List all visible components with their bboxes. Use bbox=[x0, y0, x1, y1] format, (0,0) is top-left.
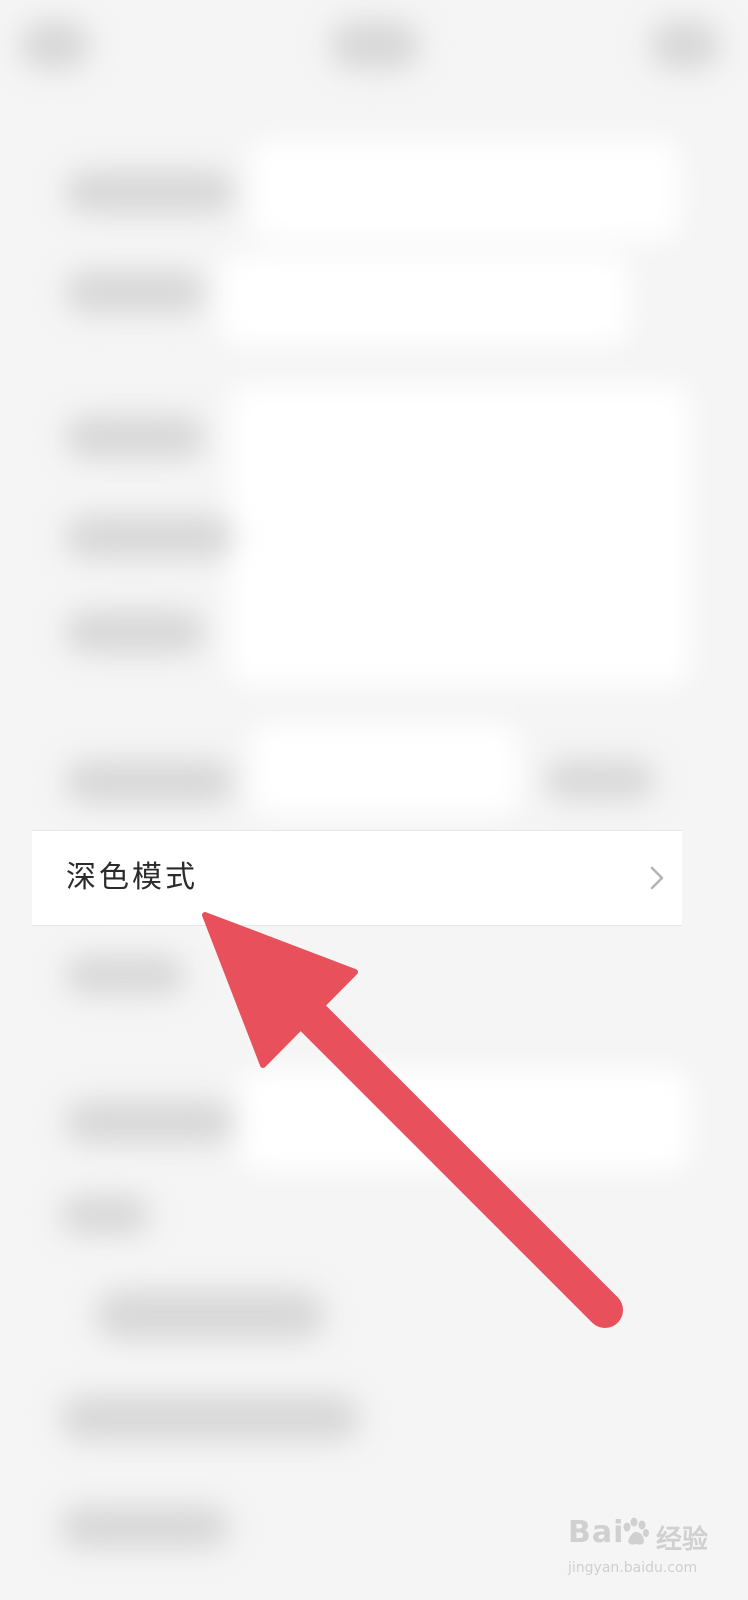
blurred-row-label bbox=[60, 1195, 150, 1235]
settings-item-label: 深色模式 bbox=[66, 860, 198, 895]
blurred-row-label bbox=[65, 1100, 235, 1144]
divider bbox=[32, 830, 682, 831]
blurred-panel bbox=[230, 385, 690, 685]
blurred-row-label bbox=[65, 610, 205, 654]
blurred-panel bbox=[220, 255, 630, 345]
blurred-panel bbox=[240, 1070, 690, 1170]
chevron-right-icon bbox=[650, 866, 664, 890]
blurred-panel bbox=[250, 140, 680, 240]
watermark-domain: jingyan.baidu.com bbox=[568, 1560, 698, 1576]
blurred-row-label bbox=[65, 415, 205, 459]
blurred-back-icon bbox=[20, 20, 90, 70]
blurred-row-label bbox=[95, 1290, 325, 1340]
watermark: Bai 经验 jingyan.baidu.com bbox=[568, 1515, 738, 1595]
divider bbox=[32, 925, 682, 926]
blurred-row-value bbox=[545, 760, 655, 800]
blurred-row-label bbox=[65, 270, 205, 314]
watermark-brand: Bai bbox=[568, 1515, 625, 1550]
watermark-brand-suffix: 经验 bbox=[656, 1525, 709, 1555]
blurred-row-label bbox=[65, 515, 235, 559]
blurred-row-label bbox=[60, 1505, 230, 1549]
baidu-paw-icon bbox=[623, 1517, 649, 1545]
blurred-row-label bbox=[65, 760, 235, 804]
blurred-row-label bbox=[60, 1395, 360, 1441]
blurred-panel bbox=[250, 725, 520, 815]
blurred-title bbox=[330, 20, 420, 70]
blurred-row-label bbox=[65, 170, 235, 214]
blurred-menu-icon bbox=[650, 20, 720, 70]
blurred-row-label bbox=[65, 955, 185, 995]
blurred-background bbox=[0, 0, 748, 1600]
settings-item-dark-mode[interactable]: 深色模式 bbox=[32, 830, 682, 926]
